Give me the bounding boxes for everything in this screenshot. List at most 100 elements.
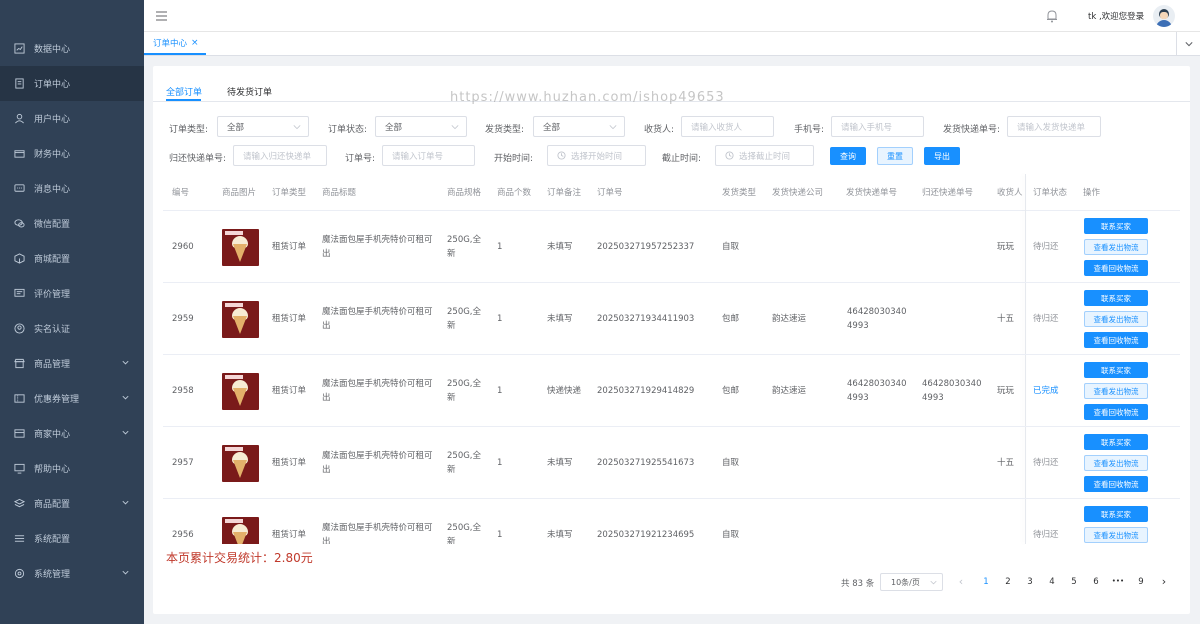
order-type-select[interactable]: 全部 — [217, 116, 309, 137]
order-no-input[interactable]: 请输入订单号 — [382, 145, 475, 166]
view-return-logistics-button[interactable]: 查看回收物流 — [1084, 260, 1148, 276]
col-receiver: 收货人 — [997, 188, 1023, 198]
cell-status: 待归还 — [1033, 530, 1059, 540]
chevron-down-icon — [122, 430, 129, 435]
sidebar-item-coupon-manage[interactable]: 优惠券管理 — [0, 381, 144, 416]
page-1[interactable]: 1 — [978, 577, 994, 587]
cell-order-type: 租赁订单 — [272, 242, 307, 252]
ship-no-input[interactable]: 请输入发货快递单 — [1007, 116, 1101, 137]
next-page-button[interactable]: › — [1156, 575, 1172, 588]
view-outbound-logistics-button[interactable]: 查看发出物流 — [1084, 311, 1148, 327]
sidebar-item-user-center[interactable]: 用户中心 — [0, 101, 144, 136]
order-type-value: 全部 — [227, 122, 245, 133]
view-return-logistics-button[interactable]: 查看回收物流 — [1084, 404, 1148, 420]
clock-icon — [725, 151, 734, 160]
sidebar-item-label: 商品配置 — [34, 500, 71, 510]
page-5[interactable]: 5 — [1066, 577, 1082, 587]
product-image[interactable] — [222, 228, 259, 266]
view-return-logistics-button[interactable]: 查看回收物流 — [1084, 332, 1148, 348]
layers-icon — [13, 498, 25, 510]
order-status-select[interactable]: 全部 — [375, 116, 467, 137]
contact-buyer-button[interactable]: 联系买家 — [1084, 362, 1148, 378]
phone-input[interactable]: 请输入手机号 — [831, 116, 924, 137]
cell-id: 2960 — [172, 242, 194, 252]
table-row: 2957 租赁订单 魔法面包屋手机壳特价可租可出 250G,全新 1 未填写 2025032… — [163, 427, 1180, 499]
sidebar-item-goods-manage[interactable]: 商品管理 — [0, 346, 144, 381]
sidebar-item-merchant-center[interactable]: 商家中心 — [0, 416, 144, 451]
sidebar-item-system-manage[interactable]: 系统管理 — [0, 556, 144, 591]
view-outbound-logistics-button[interactable]: 查看发出物流 — [1084, 239, 1148, 255]
page-3[interactable]: 3 — [1022, 577, 1038, 587]
chevron-down-icon — [293, 125, 301, 130]
chevron-down-icon — [122, 570, 129, 575]
view-outbound-logistics-button[interactable]: 查看发出物流 — [1084, 383, 1148, 399]
bell-icon[interactable] — [1046, 9, 1058, 23]
sidebar-item-system-config[interactable]: 系统配置 — [0, 521, 144, 556]
contact-buyer-button[interactable]: 联系买家 — [1084, 434, 1148, 450]
sidebar-item-data-center[interactable]: 数据中心 — [0, 31, 144, 66]
sidebar-item-finance-center[interactable]: 财务中心 — [0, 136, 144, 171]
sidebar-item-order-center[interactable]: 订单中心 — [0, 66, 144, 101]
sidebar-item-help-center[interactable]: 帮助中心 — [0, 451, 144, 486]
page-4[interactable]: 4 — [1044, 577, 1060, 587]
receiver-input[interactable]: 请输入收货人 — [681, 116, 774, 137]
sidebar-item-label: 帮助中心 — [34, 465, 71, 475]
return-no-input[interactable]: 请输入归还快递单 — [233, 145, 327, 166]
page-2[interactable]: 2 — [1000, 577, 1016, 587]
start-time-picker[interactable]: 选择开始时间 — [547, 145, 646, 166]
prev-page-button[interactable]: ‹ — [953, 575, 969, 588]
col-id: 编号 — [172, 188, 190, 198]
query-button[interactable]: 查询 — [830, 147, 866, 165]
avatar[interactable] — [1153, 5, 1175, 27]
product-image[interactable] — [222, 516, 259, 544]
chevron-down-icon — [122, 395, 129, 400]
page-ellipsis[interactable]: ••• — [1110, 577, 1126, 585]
cell-id: 2959 — [172, 314, 194, 324]
welcome-text: tk ,欢迎您登录 — [1088, 12, 1145, 22]
sidebar-item-wechat-config[interactable]: 微信配置 — [0, 206, 144, 241]
col-actions: 操作 — [1083, 188, 1101, 198]
page-9[interactable]: 9 — [1133, 577, 1149, 587]
contact-buyer-button[interactable]: 联系买家 — [1084, 218, 1148, 234]
tag-close-icon[interactable]: × — [191, 38, 199, 48]
col-spec: 商品规格 — [447, 188, 482, 198]
col-order-no: 订单号 — [597, 188, 623, 198]
col-status: 订单状态 — [1033, 188, 1068, 198]
end-time-picker[interactable]: 选择截止时间 — [715, 145, 814, 166]
pagination-total: 共 83 条 — [841, 579, 875, 589]
tab-pending-shipment[interactable]: 待发货订单 — [227, 85, 272, 98]
product-image[interactable] — [222, 444, 259, 482]
product-image[interactable] — [222, 372, 259, 410]
sidebar-item-mall-config[interactable]: 商城配置 — [0, 241, 144, 276]
coupon-icon — [13, 393, 25, 405]
view-return-logistics-button[interactable]: 查看回收物流 — [1084, 476, 1148, 492]
cell-receiver: 十五 — [997, 314, 1015, 324]
page-6[interactable]: 6 — [1088, 577, 1104, 587]
tag-order-center[interactable]: 订单中心 × — [144, 32, 206, 55]
sidebar-item-label: 商城配置 — [34, 255, 71, 265]
cell-status: 待归还 — [1033, 314, 1059, 324]
view-outbound-logistics-button[interactable]: 查看发出物流 — [1084, 455, 1148, 471]
contact-buyer-button[interactable]: 联系买家 — [1084, 290, 1148, 306]
chevron-down-icon — [609, 125, 617, 130]
sidebar-item-realname-auth[interactable]: 实名认证 — [0, 311, 144, 346]
reset-button[interactable]: 重置 — [877, 147, 913, 165]
ship-type-select[interactable]: 全部 — [533, 116, 625, 137]
sidebar-item-message-center[interactable]: 消息中心 — [0, 171, 144, 206]
hamburger-icon[interactable] — [156, 11, 167, 21]
cell-title: 魔法面包屋手机壳特价可租可出 — [322, 523, 433, 544]
ship-no-label: 发货快递单号: — [943, 125, 1001, 135]
view-outbound-logistics-button[interactable]: 查看发出物流 — [1084, 527, 1148, 543]
contact-buyer-button[interactable]: 联系买家 — [1084, 506, 1148, 522]
product-image[interactable] — [222, 300, 259, 338]
tags-dropdown[interactable] — [1176, 32, 1200, 55]
tab-all-orders[interactable]: 全部订单 — [166, 85, 202, 98]
top-navbar: tk ,欢迎您登录 — [144, 0, 1200, 32]
sidebar-item-goods-config[interactable]: 商品配置 — [0, 486, 144, 521]
sidebar-item-review-manage[interactable]: 评价管理 — [0, 276, 144, 311]
shop-icon — [13, 358, 25, 370]
page-size-select[interactable]: 10条/页 — [880, 573, 943, 591]
chevron-down-icon — [122, 360, 129, 365]
export-button[interactable]: 导出 — [924, 147, 960, 165]
return-no-label: 归还快递单号: — [169, 154, 227, 164]
